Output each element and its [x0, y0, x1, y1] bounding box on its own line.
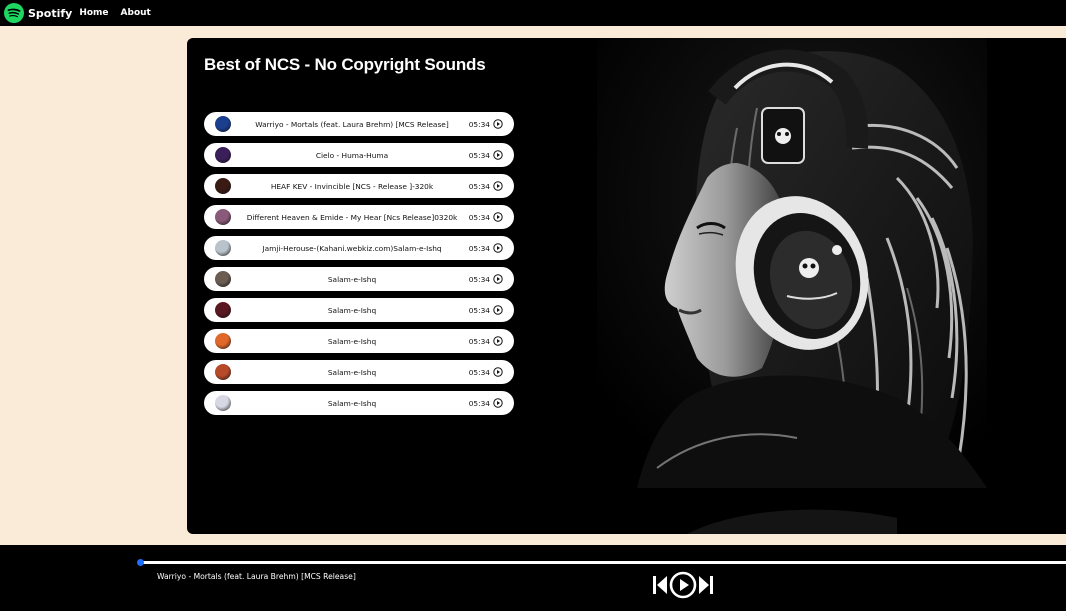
song-name: Salam-e-Ishq: [327, 367, 377, 377]
song-duration: 05:34: [468, 336, 490, 346]
nav-link-about[interactable]: About: [121, 8, 151, 18]
song-cover-image: [215, 302, 231, 318]
song-item[interactable]: HEAF KEV - Invincible [NCS - Release ]-3…: [204, 174, 514, 198]
skip-next-icon[interactable]: [698, 574, 714, 596]
song-duration: 05:34: [468, 398, 490, 408]
spotify-logo-icon: [4, 3, 24, 23]
song-name: HEAF KEV - Invincible [NCS - Release ]-3…: [270, 181, 434, 191]
play-circle-icon[interactable]: [493, 305, 503, 315]
main-container: Best of NCS - No Copyright Sounds Warriy…: [187, 38, 1066, 534]
song-cover-image: [215, 240, 231, 256]
play-circle-icon[interactable]: [669, 571, 697, 599]
song-duration: 05:34: [468, 150, 490, 160]
song-duration: 05:34: [468, 243, 490, 253]
song-item[interactable]: Salam-e-Ishq 05:34: [204, 360, 514, 384]
song-cover-image: [215, 271, 231, 287]
brand-name: Spotify: [28, 6, 73, 20]
play-circle-icon[interactable]: [493, 212, 503, 222]
song-duration: 05:34: [468, 305, 490, 315]
song-name: Salam-e-Ishq: [327, 305, 377, 315]
song-duration: 05:34: [468, 367, 490, 377]
play-circle-icon[interactable]: [493, 181, 503, 191]
song-name: Different Heaven & Emide - My Hear [Ncs …: [246, 212, 458, 222]
song-item[interactable]: Salam-e-Ishq 05:34: [204, 267, 514, 291]
play-circle-icon[interactable]: [493, 243, 503, 253]
song-item[interactable]: Warriyo - Mortals (feat. Laura Brehm) [M…: [204, 112, 514, 136]
player-controls: [652, 571, 714, 599]
play-circle-icon[interactable]: [493, 119, 503, 129]
hero-image: [597, 38, 987, 534]
song-item[interactable]: Salam-e-Ishq 05:34: [204, 298, 514, 322]
song-item[interactable]: Cielo - Huma-Huma 05:34: [204, 143, 514, 167]
song-duration: 05:34: [468, 274, 490, 284]
song-cover-image: [215, 147, 231, 163]
play-circle-icon[interactable]: [493, 398, 503, 408]
song-item[interactable]: Salam-e-Ishq 05:34: [204, 391, 514, 415]
song-name: Salam-e-Ishq: [327, 398, 377, 408]
brand[interactable]: Spotify: [4, 3, 72, 23]
playlist-title: Best of NCS - No Copyright Sounds: [204, 55, 486, 74]
song-item[interactable]: Different Heaven & Emide - My Hear [Ncs …: [204, 205, 514, 229]
song-duration: 05:34: [468, 212, 490, 222]
progress-thumb[interactable]: [137, 559, 144, 566]
song-name: Cielo - Huma-Huma: [315, 150, 389, 160]
play-circle-icon[interactable]: [493, 150, 503, 160]
song-name: Warriyo - Mortals (feat. Laura Brehm) [M…: [255, 119, 449, 129]
song-duration: 05:34: [468, 119, 490, 129]
progress-bar[interactable]: [140, 561, 1066, 564]
navbar: Spotify Home About: [0, 0, 1066, 26]
play-circle-icon[interactable]: [493, 274, 503, 284]
song-duration: 05:34: [468, 181, 490, 191]
song-name: Salam-e-Ishq: [327, 274, 377, 284]
skip-previous-icon[interactable]: [652, 574, 668, 596]
nav-link-home[interactable]: Home: [79, 8, 108, 18]
song-cover-image: [215, 364, 231, 380]
song-cover-image: [215, 395, 231, 411]
song-name: Jamji-Herouse-(Kahani.webkiz.com)Salam-e…: [262, 243, 442, 253]
song-cover-image: [215, 333, 231, 349]
play-circle-icon[interactable]: [493, 367, 503, 377]
song-list: Warriyo - Mortals (feat. Laura Brehm) [M…: [204, 112, 514, 422]
now-playing-title: Warriyo - Mortals (feat. Laura Brehm) [M…: [157, 572, 356, 581]
song-name: Salam-e-Ishq: [327, 336, 377, 346]
song-item[interactable]: Salam-e-Ishq 05:34: [204, 329, 514, 353]
song-cover-image: [215, 209, 231, 225]
play-circle-icon[interactable]: [493, 336, 503, 346]
player-bar: Warriyo - Mortals (feat. Laura Brehm) [M…: [0, 545, 1066, 611]
song-cover-image: [215, 116, 231, 132]
song-item[interactable]: Jamji-Herouse-(Kahani.webkiz.com)Salam-e…: [204, 236, 514, 260]
song-cover-image: [215, 178, 231, 194]
